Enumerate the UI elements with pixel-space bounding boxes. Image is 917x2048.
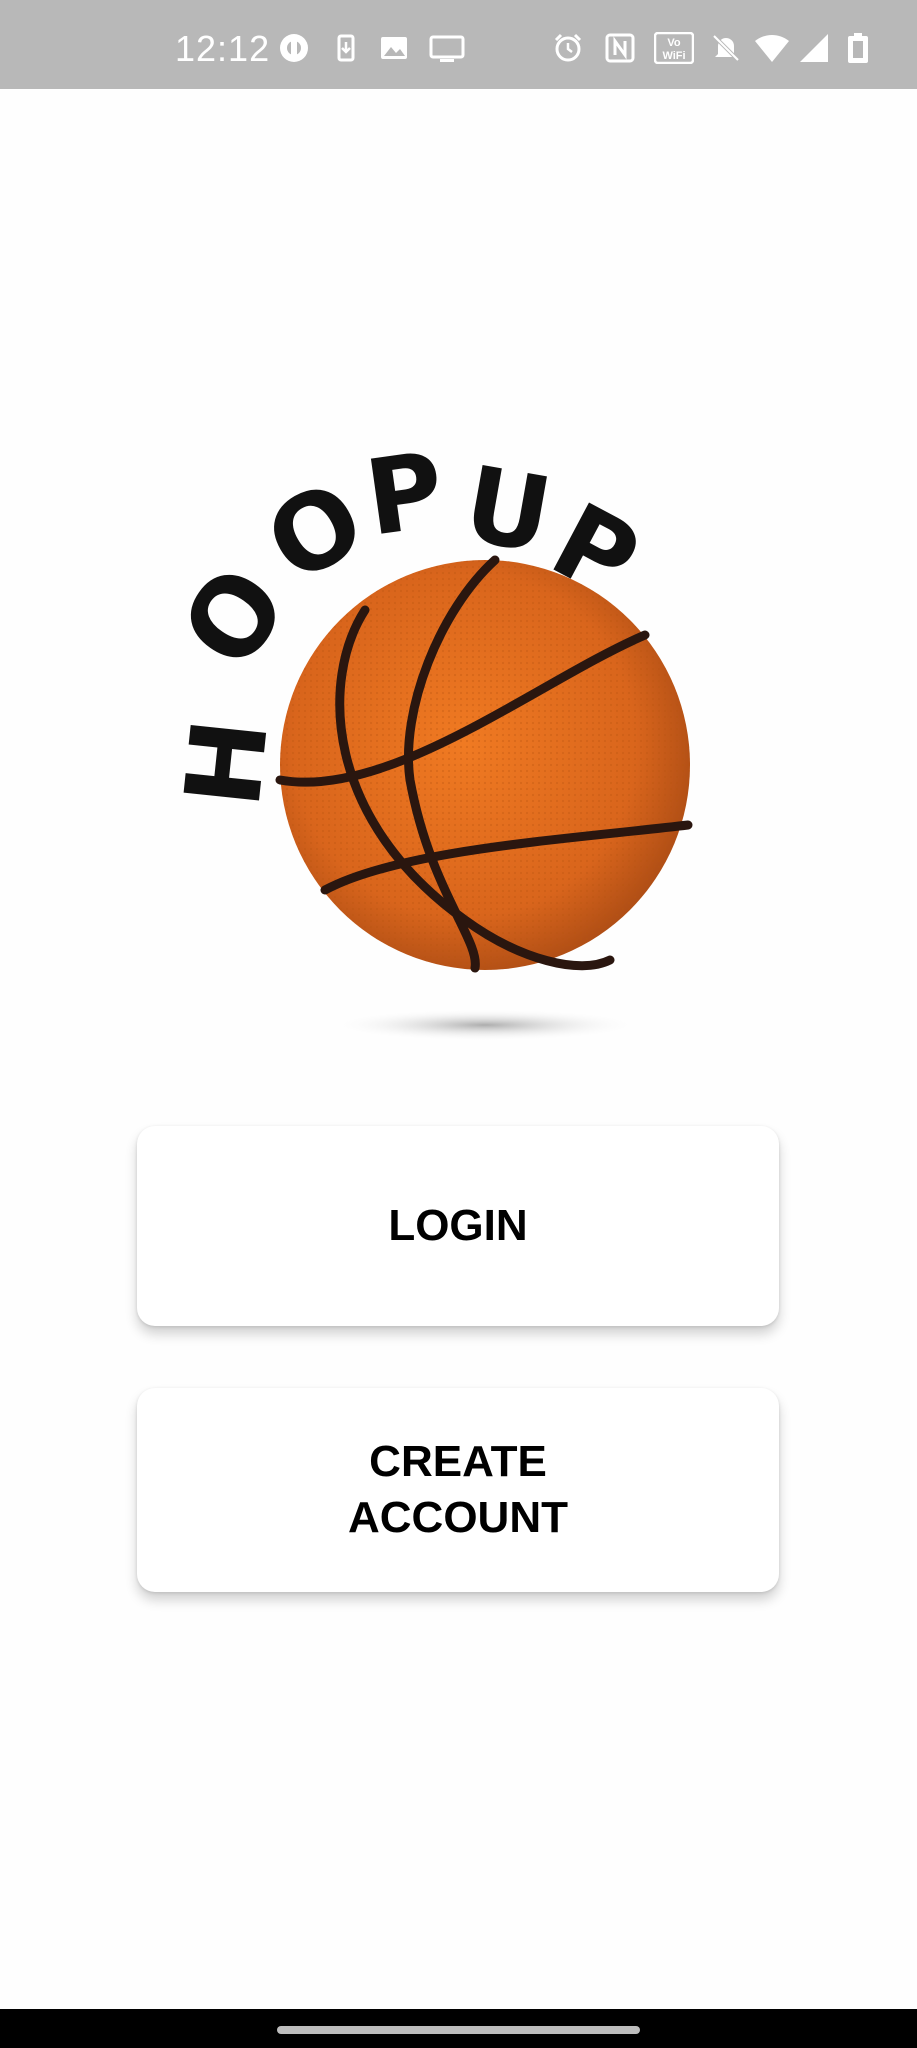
login-button-label: LOGIN (388, 1201, 528, 1250)
login-button[interactable]: LOGIN (137, 1126, 779, 1326)
svg-text:U: U (456, 442, 560, 577)
silent-icon (712, 34, 740, 62)
ball-shadow (330, 1009, 640, 1041)
vowifi-icon: Vo WiFi (654, 32, 694, 64)
screen: 12:12 Vo WiFi H O O P U P LOGIN CREATE A… (0, 0, 917, 2048)
create-account-button-label: CREATE ACCOUNT (348, 1437, 568, 1542)
basketball-icon (275, 555, 693, 973)
alarm-icon (554, 33, 582, 62)
svg-text:Vo: Vo (667, 37, 681, 49)
svg-text:WiFi: WiFi (662, 50, 685, 62)
svg-text:P: P (359, 428, 451, 559)
hoopup-logo: H O O P U P (158, 428, 693, 1041)
whatsapp-icon (280, 34, 308, 62)
signal-icon (800, 34, 828, 62)
nfc-icon (605, 33, 635, 63)
battery-icon (848, 33, 868, 63)
sim-download-icon (337, 34, 355, 62)
gallery-icon (381, 37, 407, 59)
home-indicator[interactable] (277, 2026, 640, 2034)
wifi-icon (755, 35, 789, 62)
status-time: 12:12 (175, 28, 271, 69)
create-account-button[interactable]: CREATE ACCOUNT (137, 1388, 779, 1592)
status-bar: 12:12 Vo WiFi (0, 0, 917, 89)
cast-icon (429, 35, 465, 62)
svg-text:H: H (162, 713, 292, 812)
